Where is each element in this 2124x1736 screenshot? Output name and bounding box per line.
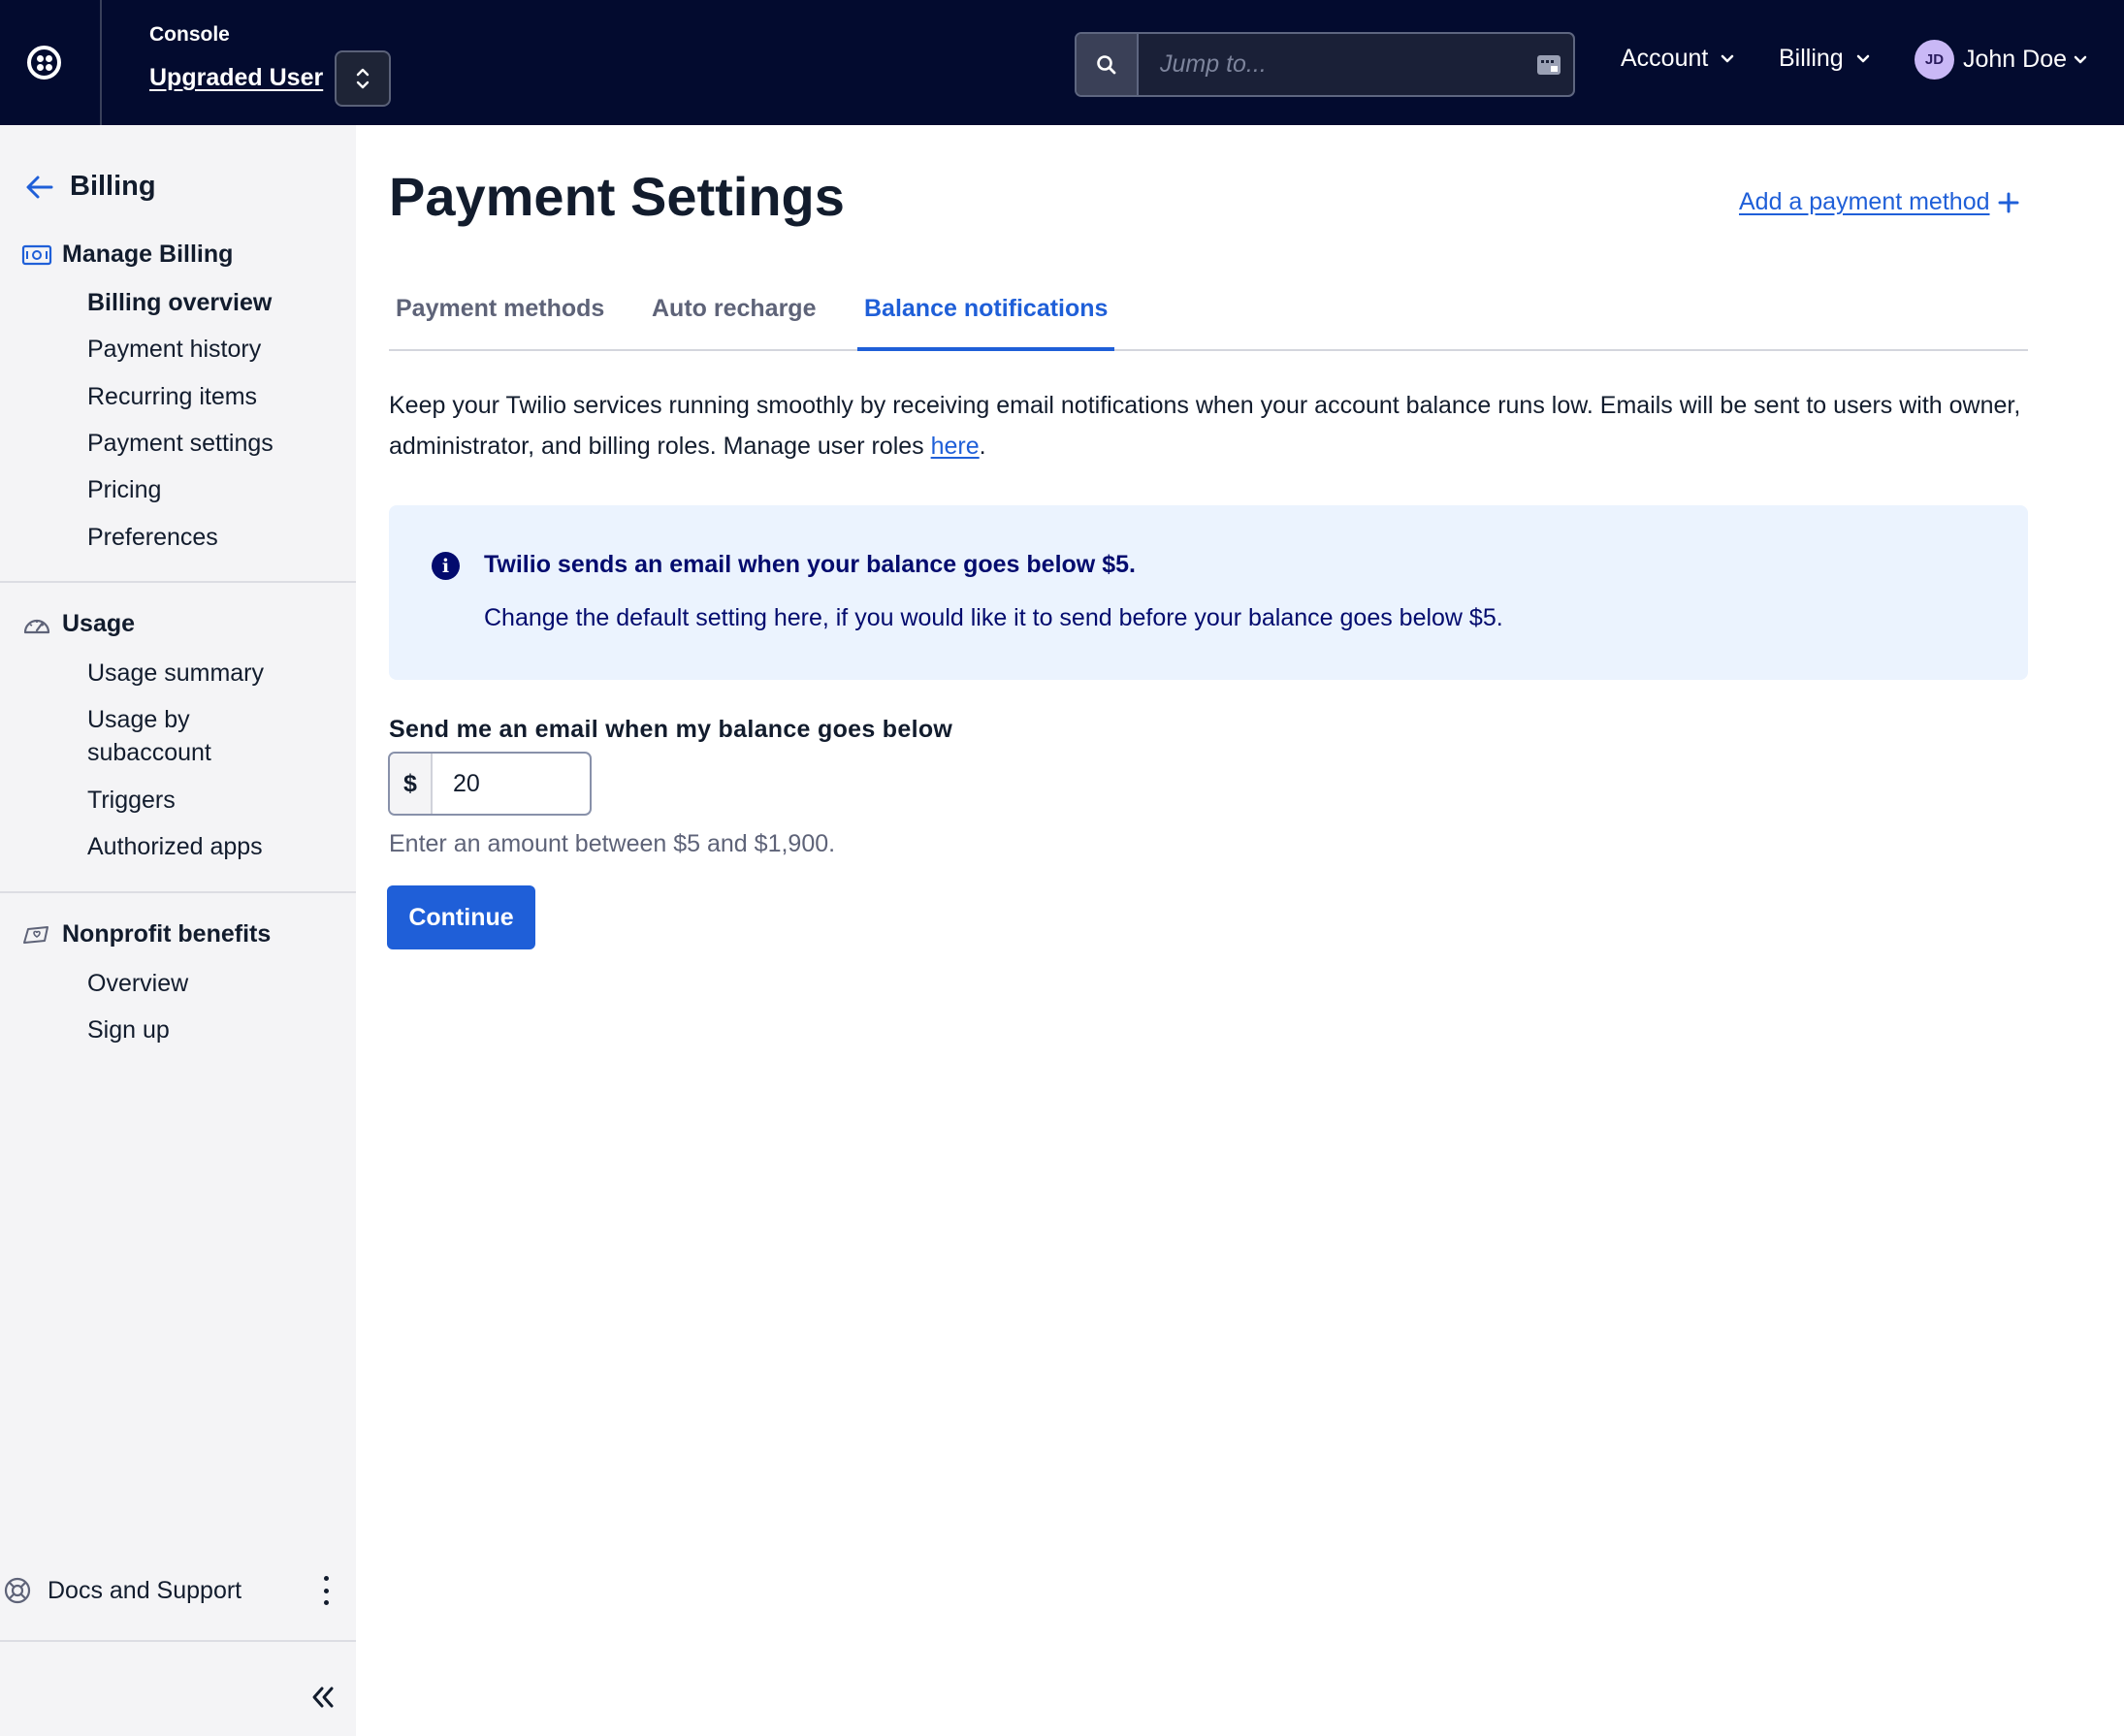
info-body: Change the default setting here, if you … — [484, 604, 1503, 631]
docs-and-support[interactable]: Docs and Support — [0, 1566, 356, 1615]
search-input[interactable] — [1141, 34, 1509, 95]
twilio-logo-icon[interactable] — [27, 46, 61, 80]
section-label: Nonprofit benefits — [62, 920, 272, 948]
hand-heart-icon — [23, 925, 48, 944]
add-payment-method-link[interactable]: Add a payment method — [1739, 188, 2019, 216]
chevron-up-down-icon — [356, 68, 370, 89]
billing-icon — [21, 244, 52, 265]
section-label: Usage — [62, 610, 136, 637]
back-link-label: Billing — [70, 171, 156, 202]
sidebar-item-billing-overview[interactable]: Billing overview — [87, 286, 272, 319]
threshold-field-label: Send me an email when my balance goes be… — [389, 716, 953, 743]
gauge-icon — [23, 619, 50, 633]
docs-support-label: Docs and Support — [48, 1576, 242, 1604]
account-name-link[interactable]: Upgraded User — [149, 64, 323, 92]
account-menu-label: Account — [1621, 45, 1709, 72]
page-title: Payment Settings — [389, 166, 845, 227]
sidebar-divider — [0, 1640, 356, 1642]
billing-menu-label: Billing — [1779, 45, 1844, 72]
section-manage-billing[interactable]: Manage Billing — [21, 241, 233, 269]
chevron-double-left-icon[interactable] — [306, 1681, 339, 1714]
plus-icon — [1998, 192, 2018, 212]
chevron-down-icon — [1722, 54, 1734, 62]
sidebar-item-triggers[interactable]: Triggers — [87, 784, 176, 817]
sidebar-item-authorized-apps[interactable]: Authorized apps — [87, 830, 263, 863]
tab-balance-notifications[interactable]: Balance notifications — [857, 291, 1115, 351]
arrow-left-icon — [26, 176, 53, 198]
threshold-helper-text: Enter an amount between $5 and $1,900. — [389, 830, 836, 857]
sidebar-item-usage-summary[interactable]: Usage summary — [87, 657, 264, 690]
billing-menu[interactable]: Billing — [1779, 45, 1871, 73]
more-vertical-icon[interactable] — [316, 1574, 336, 1607]
section-nonprofit-benefits[interactable]: Nonprofit benefits — [21, 920, 271, 948]
sidebar-item-sign-up[interactable]: Sign up — [87, 1013, 170, 1046]
section-usage[interactable]: Usage — [21, 610, 135, 638]
sidebar-item-payment-history[interactable]: Payment history — [87, 333, 261, 366]
jump-to-search — [1075, 32, 1575, 97]
sidebar-divider — [0, 891, 356, 893]
user-menu[interactable]: JD John Doe — [1915, 40, 2088, 80]
sidebar-item-overview[interactable]: Overview — [87, 967, 188, 1000]
sidebar-item-usage-by-subaccount[interactable]: Usage by subaccount — [87, 703, 301, 769]
info-title: Twilio sends an email when your balance … — [484, 551, 1136, 578]
account-menu[interactable]: Account — [1621, 45, 1735, 73]
sidebar-item-payment-settings[interactable]: Payment settings — [87, 427, 274, 460]
user-name: John Doe — [1963, 46, 2068, 73]
intro-body: Keep your Twilio services running smooth… — [389, 392, 2021, 460]
info-callout: i Twilio sends an email when your balanc… — [389, 505, 2028, 680]
tab-auto-recharge[interactable]: Auto recharge — [645, 291, 822, 351]
sidebar-item-preferences[interactable]: Preferences — [87, 521, 218, 554]
sidebar-item-recurring-items[interactable]: Recurring items — [87, 380, 257, 413]
sidebar-item-pricing[interactable]: Pricing — [87, 473, 161, 506]
top-navigation-bar: Console Upgraded User Account Bill — [0, 0, 2124, 125]
lifebuoy-icon — [4, 1577, 31, 1604]
continue-button[interactable]: Continue — [387, 885, 535, 949]
logo-area — [0, 0, 102, 125]
currency-prefix: $ — [390, 754, 433, 814]
back-to-billing-link[interactable]: Billing — [25, 171, 156, 203]
threshold-amount-input[interactable] — [433, 754, 588, 814]
intro-end: . — [979, 433, 986, 460]
add-payment-label: Add a payment method — [1739, 188, 1990, 215]
threshold-amount-field: $ — [388, 752, 592, 816]
sidebar-divider — [0, 581, 356, 583]
chevron-down-icon — [2074, 55, 2087, 63]
search-icon — [1097, 54, 1116, 74]
avatar: JD — [1915, 40, 1954, 80]
chevron-down-icon — [1856, 54, 1869, 62]
console-label: Console — [149, 23, 230, 46]
search-button[interactable] — [1077, 34, 1139, 95]
section-label: Manage Billing — [62, 241, 234, 268]
settings-tabs: Payment methods Auto recharge Balance no… — [389, 291, 2028, 351]
tab-payment-methods[interactable]: Payment methods — [389, 291, 611, 351]
account-switcher-button[interactable] — [335, 50, 391, 107]
intro-text: Keep your Twilio services running smooth… — [389, 385, 2038, 466]
info-icon: i — [432, 552, 460, 580]
keyboard-shortcut-icon — [1537, 55, 1561, 75]
manage-roles-link[interactable]: here — [931, 433, 980, 460]
sidebar: Billing Manage Billing Billing overview … — [0, 125, 356, 1736]
